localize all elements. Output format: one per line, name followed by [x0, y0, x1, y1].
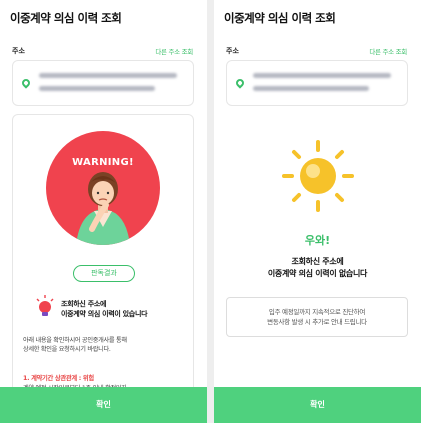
result-description: 아래 내용을 확인하시어 공인중개사를 통해 상세한 확인을 요청하시기 바랍니…: [23, 336, 185, 354]
confirm-button[interactable]: 확인: [0, 387, 207, 423]
blurred-address-line: [39, 86, 155, 91]
result-message: 조회하신 주소에 이중계약 의심 이력이 없습니다: [214, 256, 421, 280]
result-message: 조회하신 주소에 이중계약 의심 이력이 있습니다: [61, 299, 148, 319]
panel-divider: [207, 0, 214, 423]
result-card: WARNING! 판독결과 조회하신 주소에 이중계약 의심 이력이 있습니다 …: [12, 114, 194, 414]
risk-item-title: 1. 계약기간 상관관계 : 위험: [23, 375, 94, 382]
safe-result-panel: 이중계약 의심 이력 조회 주소 다른 주소 조회 우와! 조회하신 주소에 이…: [214, 0, 421, 423]
blurred-address-line: [39, 73, 177, 78]
result-pill: 판독결과: [73, 265, 135, 282]
result-message-line1: 조회하신 주소에: [291, 257, 344, 266]
bulb-icon: [36, 295, 54, 316]
description-line2: 상세한 확인을 요청하시기 바랍니다.: [23, 346, 111, 353]
result-message-line2: 이중계약 의심 이력이 있습니다: [61, 310, 148, 318]
description-line1: 아래 내용을 확인하시어 공인중개사를 통해: [23, 337, 127, 344]
sun-icon: [282, 140, 354, 212]
location-pin-icon: [20, 77, 32, 89]
address-box: [12, 60, 194, 106]
info-line2: 변동사항 발생 시 추가로 안내 드립니다: [267, 318, 367, 326]
info-box: 입주 예정일까지 지속적으로 진단하여 변동사항 발생 시 추가로 안내 드립니…: [226, 297, 408, 337]
warning-result-panel: 이중계약 의심 이력 조회 주소 다른 주소 조회 WARNING! 판독결과: [0, 0, 207, 423]
result-message-line1: 조회하신 주소에: [61, 300, 107, 308]
blurred-address-line: [253, 86, 369, 91]
address-label: 주소: [12, 47, 25, 55]
worried-person-illustration: [76, 172, 130, 245]
wow-heading: 우와!: [304, 234, 331, 247]
confirm-button[interactable]: 확인: [214, 387, 421, 423]
address-label: 주소: [226, 47, 239, 55]
info-line1: 입주 예정일까지 지속적으로 진단하여: [268, 308, 366, 316]
warning-badge: WARNING!: [46, 131, 160, 245]
address-box: [226, 60, 408, 106]
other-address-link[interactable]: 다른 주소 조회: [155, 46, 193, 56]
page-title: 이중계약 의심 이력 조회: [10, 11, 122, 25]
result-message-line2: 이중계약 의심 이력이 없습니다: [267, 269, 368, 278]
location-pin-icon: [234, 77, 246, 89]
blurred-address-line: [253, 73, 391, 78]
page-title: 이중계약 의심 이력 조회: [224, 11, 336, 25]
other-address-link[interactable]: 다른 주소 조회: [369, 46, 407, 56]
